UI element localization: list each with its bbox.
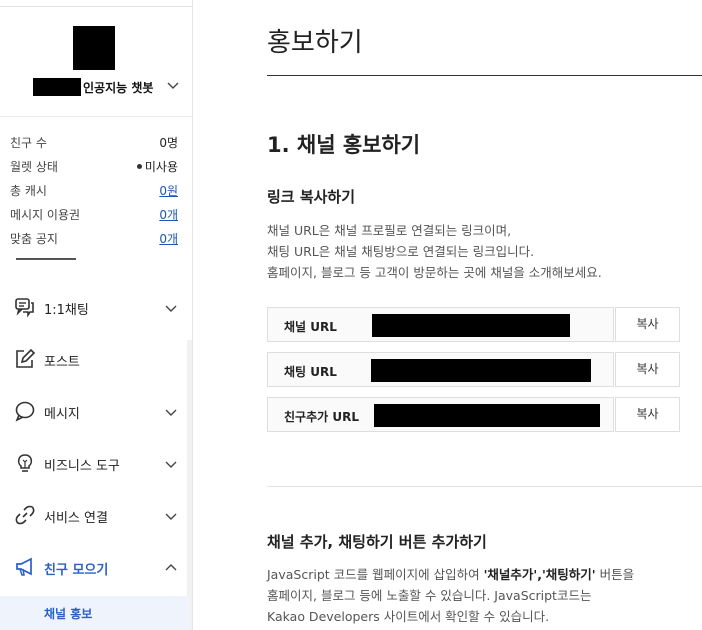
sidebar-subitem-channel-promo[interactable]: 채널 홍보 [0, 596, 190, 630]
megaphone-icon [14, 556, 36, 578]
sidebar-item-chat[interactable]: 1:1채팅 [0, 282, 192, 334]
bulb-icon [14, 452, 36, 474]
section-divider [267, 486, 702, 487]
stat-label: 월렛 상태 [10, 160, 58, 174]
sidebar-item-business-tools[interactable]: 비즈니스 도구 [0, 438, 192, 490]
stat-label: 총 캐시 [10, 184, 47, 198]
stat-value: 미사용 [144, 160, 178, 174]
sidebar-item-label: 메시지 [44, 407, 80, 422]
title-divider [267, 75, 702, 76]
channel-url-row: 채널 URL 복사 [267, 307, 680, 342]
copy-add-friend-url-button[interactable]: 복사 [615, 397, 680, 432]
stat-value-link[interactable]: 0개 [159, 230, 178, 247]
main-content: 홍보하기 1. 채널 홍보하기 링크 복사하기 채널 URL은 채널 프로필로 … [194, 0, 702, 630]
url-value-redacted [372, 314, 570, 337]
sidebar-item-service-link[interactable]: 서비스 연결 [0, 490, 192, 542]
desc-line: JavaScript 코드를 웹페이지에 삽입하여 '채널추가','채팅하기' … [267, 564, 634, 585]
url-field: 채널 URL [267, 307, 614, 342]
channel-avatar [73, 26, 115, 70]
url-label: 친구추가 URL [284, 410, 359, 424]
stat-friends: 친구 수 0명 [10, 130, 180, 154]
message-bubble-icon [14, 400, 36, 422]
url-value-redacted [371, 359, 591, 382]
desc-text: JavaScript 코드를 웹페이지에 삽입하여 [267, 567, 484, 582]
stat-label: 친구 수 [10, 136, 47, 150]
stat-value-link[interactable]: 0원 [159, 182, 178, 199]
sidebar-divider [0, 116, 192, 117]
stat-value-link[interactable]: 0개 [159, 206, 178, 223]
sidebar-item-label: 친구 모으기 [44, 563, 109, 578]
desc-line: Kakao Developers 사이트에서 확인할 수 있습니다. [267, 609, 550, 624]
button-add-title: 채널 추가, 채팅하기 버튼 추가하기 [267, 533, 487, 551]
sidebar-item-label: 1:1채팅 [44, 303, 89, 318]
stat-custom-notice: 맞춤 공지 0개 [10, 226, 180, 250]
section-title: 1. 채널 홍보하기 [267, 133, 421, 157]
edit-post-icon [14, 348, 36, 370]
channel-name-redacted [33, 78, 81, 96]
chevron-down-icon[interactable] [166, 77, 180, 96]
page-title: 홍보하기 [267, 28, 363, 58]
link-copy-description: 채널 URL은 채널 프로필로 연결되는 링크이며, 채팅 URL은 채널 채팅… [267, 220, 602, 283]
add-friend-url-row: 친구추가 URL 복사 [267, 397, 680, 432]
desc-line: 홈페이지, 블로그 등에 노출할 수 있습니다. JavaScript코드는 [267, 588, 592, 603]
desc-line: 채널 URL은 채널 프로필로 연결되는 링크이며, [267, 223, 512, 238]
chevron-down-icon [164, 457, 178, 475]
link-icon [14, 504, 36, 526]
chat-url-row: 채팅 URL 복사 [267, 352, 680, 387]
link-copy-title: 링크 복사하기 [267, 188, 356, 206]
url-field: 친구추가 URL [267, 397, 614, 432]
desc-strong: '채널추가','채팅하기' [483, 567, 596, 582]
chevron-up-icon [164, 561, 178, 579]
sidebar-item-label: 서비스 연결 [44, 511, 108, 526]
channel-name-suffix: 인공지능 챗봇 [83, 81, 154, 95]
sidebar-item-label: 비즈니스 도구 [44, 459, 120, 474]
sidebar-menu: 1:1채팅 포스트 메시지 비즈니스 도구 서비스 연결 친구 모으기 [0, 282, 192, 594]
sidebar-item-label: 포스트 [44, 355, 80, 370]
app-root: 인공지능 챗봇 친구 수 0명 월렛 상태 미사용 총 캐시 0원 메시지 이용… [0, 0, 702, 630]
stat-message-voucher: 메시지 이용권 0개 [10, 202, 180, 226]
stat-wallet: 월렛 상태 미사용 [10, 154, 180, 178]
chevron-down-icon [164, 509, 178, 527]
stat-label: 맞춤 공지 [10, 232, 58, 246]
sidebar-subitem-label: 채널 홍보 [44, 607, 93, 621]
channel-stats: 친구 수 0명 월렛 상태 미사용 총 캐시 0원 메시지 이용권 0개 맞춤 … [10, 130, 180, 250]
sidebar-item-post[interactable]: 포스트 [0, 334, 192, 386]
stat-value-wrap: 미사용 [136, 158, 178, 175]
stat-cash: 총 캐시 0원 [10, 178, 180, 202]
chevron-down-icon [164, 301, 178, 319]
sidebar-top-line [0, 6, 192, 7]
desc-line: 채팅 URL은 채널 채팅방으로 연결되는 링크입니다. [267, 244, 535, 259]
url-value-redacted [374, 404, 600, 427]
sidebar-item-message[interactable]: 메시지 [0, 386, 192, 438]
desc-line: 홈페이지, 블로그 등 고객이 방문하는 곳에 채널을 소개해보세요. [267, 265, 602, 280]
copy-chat-url-button[interactable]: 복사 [615, 352, 680, 387]
button-add-description: JavaScript 코드를 웹페이지에 삽입하여 '채널추가','채팅하기' … [267, 564, 634, 627]
chevron-down-icon [164, 405, 178, 423]
sidebar-item-gather-friends[interactable]: 친구 모으기 [0, 542, 192, 594]
copy-channel-url-button[interactable]: 복사 [615, 307, 680, 342]
url-label: 채널 URL [284, 320, 337, 334]
channel-switcher[interactable]: 인공지능 챗봇 [0, 76, 192, 98]
chat-bubbles-icon [14, 296, 36, 318]
stat-label: 메시지 이용권 [10, 208, 81, 222]
desc-text: 버튼을 [595, 567, 635, 582]
status-dot-icon [136, 164, 142, 169]
sidebar: 인공지능 챗봇 친구 수 0명 월렛 상태 미사용 총 캐시 0원 메시지 이용… [0, 0, 193, 630]
clipped-menu-item [16, 253, 136, 261]
url-label: 채팅 URL [284, 365, 337, 379]
url-field: 채팅 URL [267, 352, 614, 387]
stat-value: 0명 [159, 136, 178, 150]
sidebar-scrollbar[interactable] [187, 340, 192, 630]
